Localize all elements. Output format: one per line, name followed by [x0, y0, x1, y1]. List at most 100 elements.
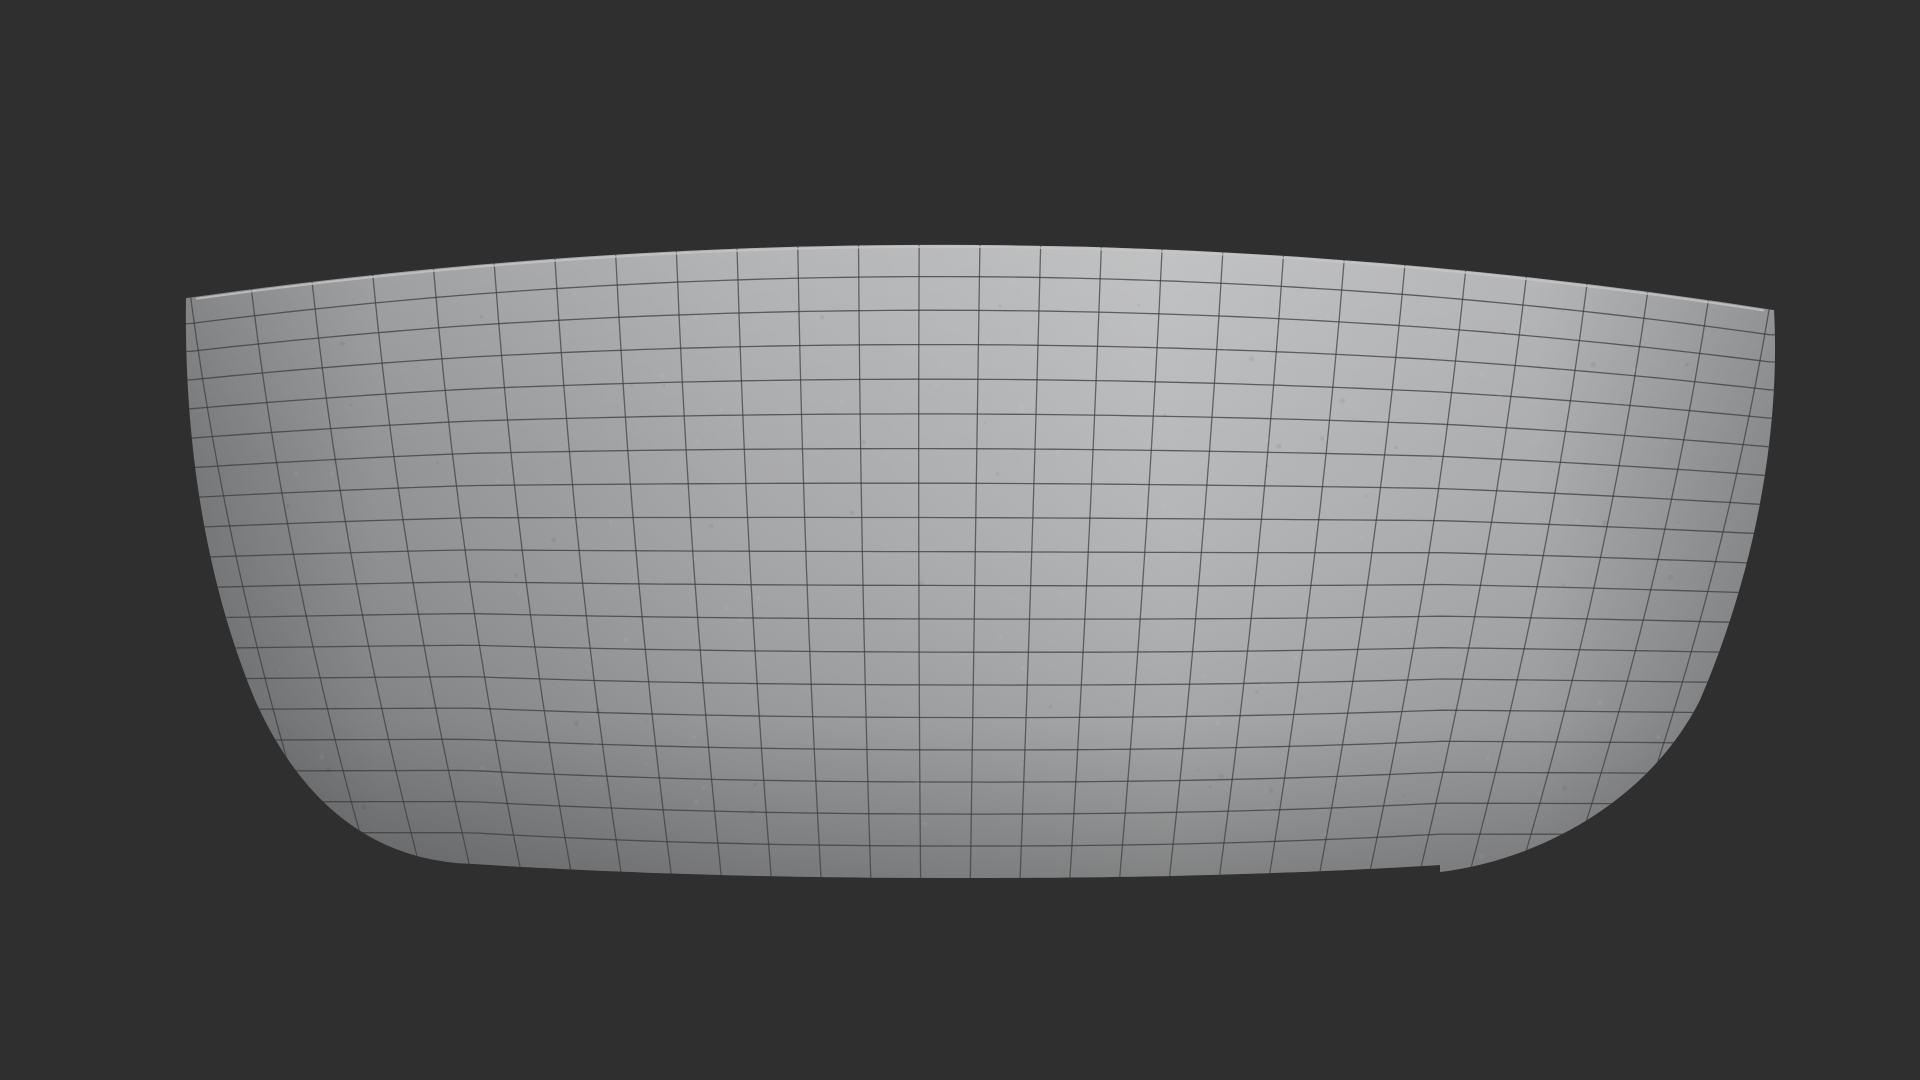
surface-texture-speck	[666, 385, 669, 388]
surface-texture-speck	[609, 520, 613, 524]
surface-texture-speck	[1018, 404, 1023, 409]
surface-texture-speck	[1525, 553, 1528, 556]
surface-texture-speck	[652, 665, 654, 667]
surface-texture-speck	[1161, 506, 1164, 509]
surface-texture-speck	[545, 478, 548, 481]
surface-texture-speck	[340, 341, 345, 346]
surface-texture-speck	[919, 581, 924, 586]
surface-texture-speck	[1562, 786, 1568, 792]
surface-texture-speck	[481, 766, 485, 770]
surface-texture-speck	[514, 573, 519, 578]
surface-texture-speck	[623, 637, 629, 643]
surface-texture-speck	[436, 461, 439, 464]
surface-texture-speck	[1614, 401, 1618, 405]
surface-texture-speck	[1561, 310, 1564, 313]
surface-texture-speck	[1276, 443, 1281, 448]
surface-texture-speck	[922, 822, 927, 827]
surface-texture-speck	[1402, 794, 1405, 797]
surface-texture-speck	[1049, 705, 1052, 708]
surface-texture-speck	[1265, 806, 1270, 811]
surface-texture-speck	[1416, 545, 1420, 549]
surface-texture-speck	[695, 439, 700, 444]
surface-texture-speck	[753, 783, 757, 787]
surface-texture-speck	[934, 382, 939, 387]
surface-texture-speck	[749, 810, 754, 815]
surface-texture-speck	[1656, 735, 1661, 740]
surface-texture-speck	[1262, 682, 1266, 686]
surface-texture-speck	[692, 557, 697, 562]
surface-texture-speck	[1597, 700, 1603, 706]
surface-texture-speck	[308, 650, 310, 652]
surface-texture-speck	[1020, 763, 1023, 766]
surface-texture-speck	[1361, 535, 1364, 538]
surface-texture-speck	[1396, 474, 1398, 476]
surface-texture-speck	[320, 754, 325, 759]
surface-texture-speck	[1209, 785, 1212, 788]
surface-texture-speck	[986, 340, 991, 345]
surface-texture-speck	[694, 316, 699, 321]
surface-texture-speck	[1050, 630, 1052, 632]
bowl-render	[0, 0, 1920, 1080]
surface-texture-speck	[1335, 785, 1338, 788]
surface-texture-speck	[645, 720, 648, 723]
surface-texture-speck	[1569, 729, 1571, 731]
surface-texture-speck	[984, 422, 986, 424]
surface-texture-speck	[410, 484, 414, 488]
surface-texture-speck	[1664, 439, 1668, 443]
surface-texture-speck	[1320, 436, 1325, 441]
surface-texture-speck	[1163, 414, 1167, 418]
surface-texture-speck	[1497, 393, 1503, 399]
surface-texture-speck	[1014, 531, 1016, 533]
surface-texture-speck	[1394, 446, 1398, 450]
bowl-model[interactable]	[150, 240, 1790, 900]
surface-texture-speck	[1215, 720, 1220, 725]
surface-texture-speck	[1197, 533, 1200, 536]
surface-texture-speck	[1663, 759, 1668, 764]
surface-texture-speck	[595, 708, 601, 714]
surface-texture-speck	[708, 524, 713, 529]
surface-texture-speck	[278, 670, 281, 673]
surface-texture-speck	[271, 833, 273, 835]
surface-texture-speck	[1673, 709, 1675, 711]
surface-texture-speck	[663, 384, 666, 387]
surface-texture-speck	[1045, 556, 1048, 559]
3d-viewport[interactable]	[0, 0, 1920, 1080]
surface-texture-speck	[1055, 451, 1060, 456]
surface-texture-speck	[1668, 361, 1670, 363]
surface-texture-speck	[1344, 302, 1347, 305]
surface-texture-speck	[330, 472, 334, 476]
surface-texture-speck	[1486, 756, 1490, 760]
surface-texture-speck	[1552, 720, 1554, 722]
surface-texture-speck	[738, 618, 743, 623]
surface-texture-speck	[1293, 656, 1298, 661]
surface-texture-speck	[998, 304, 1001, 307]
surface-texture-speck	[1265, 438, 1270, 443]
surface-texture-speck	[1267, 465, 1270, 468]
surface-texture-speck	[1502, 330, 1506, 334]
surface-texture-speck	[349, 403, 352, 406]
surface-texture-speck	[1668, 575, 1674, 581]
surface-texture-speck	[630, 384, 633, 387]
surface-texture-speck	[1677, 521, 1679, 523]
surface-texture-speck	[999, 635, 1004, 640]
surface-texture-speck	[1326, 313, 1330, 317]
surface-texture-speck	[1339, 398, 1345, 404]
surface-texture-speck	[820, 315, 825, 320]
surface-texture-speck	[1537, 792, 1541, 796]
surface-texture-speck	[1323, 832, 1327, 836]
surface-texture-speck	[1197, 769, 1199, 771]
surface-texture-speck	[480, 315, 483, 318]
surface-texture-speck	[517, 592, 520, 595]
surface-texture-speck	[862, 440, 867, 445]
surface-texture-speck	[1671, 489, 1673, 491]
surface-texture-speck	[1479, 371, 1485, 377]
surface-texture-speck	[326, 767, 331, 772]
surface-texture-speck	[702, 786, 706, 790]
surface-texture-speck	[1685, 363, 1689, 367]
surface-texture-speck	[361, 805, 367, 811]
surface-texture-speck	[1562, 583, 1565, 586]
surface-texture-speck	[495, 479, 499, 483]
surface-texture-speck	[395, 778, 397, 780]
surface-texture-speck	[1249, 356, 1254, 361]
surface-texture-speck	[975, 443, 980, 448]
